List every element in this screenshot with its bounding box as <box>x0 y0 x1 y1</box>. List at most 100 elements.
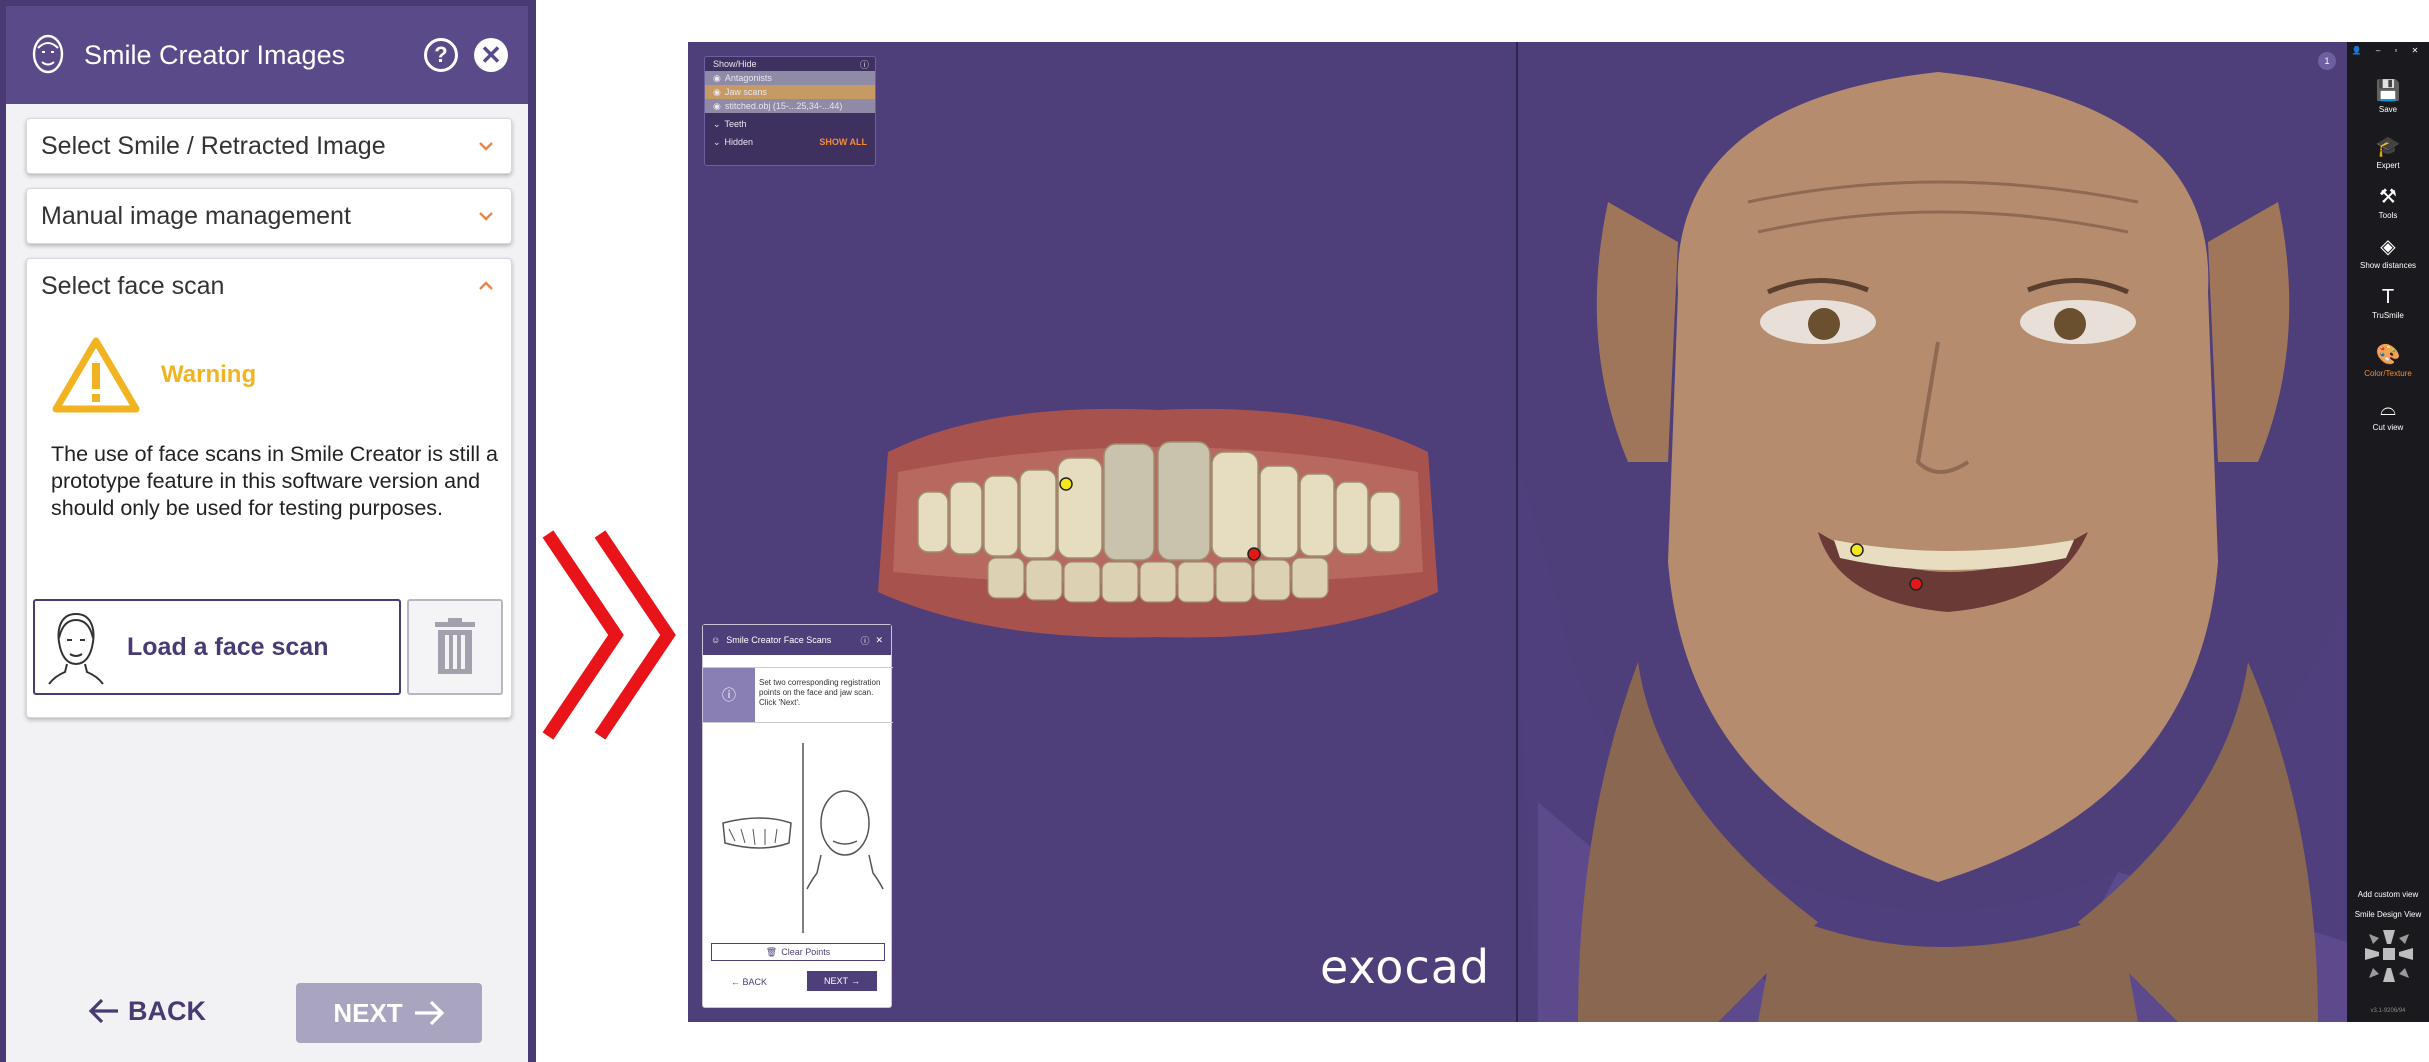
exocad-logo: exocad <box>1320 940 1491 994</box>
trash-icon <box>435 618 475 674</box>
trash-icon: 🗑 <box>765 946 778 957</box>
accordion-select-face-scan: Select face scan Warning The use of face… <box>26 258 512 718</box>
help-icon[interactable]: ? <box>424 38 458 72</box>
hidden-label: Hidden <box>724 137 754 147</box>
visibility-item-stitched[interactable]: ◉ stitched.obj (15-...25,34-...44) <box>705 99 875 113</box>
next-label: NEXT <box>333 997 403 1028</box>
show-hide-header[interactable]: Show/Hide ⓘ <box>705 57 875 71</box>
back-button[interactable]: BACK <box>88 984 206 1038</box>
arrow-right-icon: → <box>851 976 860 986</box>
accordion-select-smile[interactable]: Select Smile / Retracted Image <box>26 118 512 174</box>
distances-icon: ◈ <box>2380 236 2396 258</box>
accordion-manual-image-management[interactable]: Manual image management <box>26 188 512 244</box>
teeth-label: Teeth <box>724 119 747 129</box>
face-scans-back-button[interactable]: ← BACK <box>731 977 767 987</box>
jaw-scan-viewport[interactable]: Show/Hide ⓘ ◉ Antagonists ◉ Jaw scans ◉ … <box>688 42 1516 1022</box>
chevron-up-icon <box>479 281 493 290</box>
warning-title: Warning <box>161 361 257 388</box>
head-icon <box>48 612 104 685</box>
palette-icon: 🎨 <box>2375 344 2401 366</box>
chevron-down-icon <box>479 142 493 151</box>
visibility-item-label: Jaw scans <box>724 87 767 97</box>
cut-view-icon: ⌓ <box>2380 398 2396 420</box>
face-scans-next-button[interactable]: NEXT → <box>807 971 877 991</box>
warning-icon <box>52 337 140 413</box>
warning-row: Warning <box>51 335 256 415</box>
warning-text: The use of face scans in Smile Creator i… <box>51 442 498 520</box>
window-controls[interactable]: 👤 – ▫ ✕ <box>2347 46 2429 55</box>
chevron-down-icon: ⌄ <box>713 136 721 147</box>
version-label: v3.1-9206/94 <box>2370 1008 2406 1014</box>
panel-header: Smile Creator Images ? ✕ <box>6 6 528 104</box>
toolbar-label: Save <box>2378 105 2398 114</box>
toolbar-save[interactable]: 💾 Save <box>2347 78 2429 114</box>
right-toolbar: 👤 – ▫ ✕ 💾 Save 🎓 Expert ⚒ Tools ◈ Show d… <box>2347 42 2429 1022</box>
eye-icon: ◉ <box>713 100 721 111</box>
load-face-scan-button[interactable]: Load a face scan <box>33 599 401 695</box>
face-registration-point-red <box>1909 577 1923 591</box>
toolbar-label: Color/Texture <box>2364 369 2412 378</box>
add-custom-view-button[interactable]: Add custom view <box>2347 890 2429 899</box>
graduation-cap-icon: 🎓 <box>2375 136 2401 158</box>
close-icon[interactable]: ✕ <box>474 38 508 72</box>
toolbar-expert[interactable]: 🎓 Expert <box>2347 134 2429 170</box>
exocad-app-screenshot: Show/Hide ⓘ ◉ Antagonists ◉ Jaw scans ◉ … <box>688 42 2429 1022</box>
next-label: NEXT <box>823 976 848 986</box>
accordion-header[interactable]: Select face scan <box>27 259 511 313</box>
toolbar-color-texture[interactable]: 🎨 Color/Texture <box>2347 342 2429 378</box>
visibility-item-antagonists[interactable]: ◉ Antagonists <box>705 71 875 85</box>
back-label: BACK <box>128 995 206 1026</box>
info-icon: ⓘ <box>703 668 755 722</box>
jaw-scan-model[interactable] <box>868 382 1448 682</box>
help-icon[interactable]: ⓘ <box>860 634 869 647</box>
close-icon[interactable]: ✕ <box>875 635 883 646</box>
toolbar-label: Tools <box>2378 211 2398 220</box>
face-scan-viewport[interactable]: 1 <box>1518 42 2347 1022</box>
tools-icon: ⚒ <box>2379 186 2397 208</box>
toolbar-label: Cut view <box>2372 423 2404 432</box>
accordion-label: Select face scan <box>41 271 225 300</box>
registration-point-yellow <box>1059 477 1073 491</box>
face-icon: ☺ <box>711 635 721 645</box>
face-scans-header: ☺ Smile Creator Face Scans ⓘ ✕ <box>703 625 891 655</box>
registration-point-red <box>1247 547 1261 561</box>
toolbar-show-distances[interactable]: ◈ Show distances <box>2347 234 2429 270</box>
teeth-group[interactable]: ⌄ Teeth <box>705 117 875 131</box>
face-registration-point-yellow <box>1850 543 1864 557</box>
jaw-face-illustration-icon <box>722 743 884 933</box>
trusmile-icon: T <box>2381 286 2395 308</box>
arrow-right-icon <box>414 1000 444 1026</box>
smile-design-view-button[interactable]: Smile Design View <box>2347 910 2429 919</box>
notification-count: 1 <box>2324 56 2330 66</box>
visibility-item-label: Antagonists <box>724 73 772 83</box>
next-button[interactable]: NEXT <box>296 983 482 1043</box>
toolbar-cut-view[interactable]: ⌓ Cut view <box>2347 398 2429 432</box>
visibility-item-label: stitched.obj (15-...25,34-...44) <box>724 101 843 111</box>
face-scans-title: Smile Creator Face Scans <box>726 635 832 645</box>
face-scan-model[interactable] <box>1518 42 2347 1022</box>
toolbar-tools[interactable]: ⚒ Tools <box>2347 184 2429 220</box>
info-text: Set two corresponding registration point… <box>759 678 881 707</box>
clear-points-label: Clear Points <box>781 947 831 957</box>
hidden-group[interactable]: ⌄ Hidden SHOW ALL <box>705 135 875 149</box>
toolbar-label: Show distances <box>2359 261 2417 270</box>
panel-body: Select Smile / Retracted Image Manual im… <box>6 104 528 1062</box>
toolbar-label: Expert <box>2376 161 2400 170</box>
chevron-down-icon: ⌄ <box>713 118 721 129</box>
toolbar-trusmile[interactable]: T TruSmile <box>2347 286 2429 320</box>
visibility-item-jaw-scans[interactable]: ◉ Jaw scans <box>705 85 875 99</box>
notification-bell-icon[interactable]: 1 <box>2318 52 2336 70</box>
help-icon[interactable]: ⓘ <box>860 58 869 71</box>
load-face-scan-label: Load a face scan <box>127 632 329 661</box>
eye-icon: ◉ <box>713 86 721 97</box>
save-icon: 💾 <box>2375 80 2401 102</box>
accordion-label: Select Smile / Retracted Image <box>41 131 386 160</box>
clear-points-button[interactable]: 🗑 Clear Points <box>711 943 885 961</box>
show-hide-panel: Show/Hide ⓘ ◉ Antagonists ◉ Jaw scans ◉ … <box>704 56 876 166</box>
info-box: ⓘ Set two corresponding registration poi… <box>703 667 893 723</box>
face-icon <box>32 34 64 74</box>
show-all-link[interactable]: SHOW ALL <box>819 137 867 147</box>
view-navigation-cube-icon[interactable] <box>2361 926 2417 986</box>
delete-face-scan-button[interactable] <box>407 599 503 695</box>
arrow-left-icon: ← <box>731 977 740 987</box>
